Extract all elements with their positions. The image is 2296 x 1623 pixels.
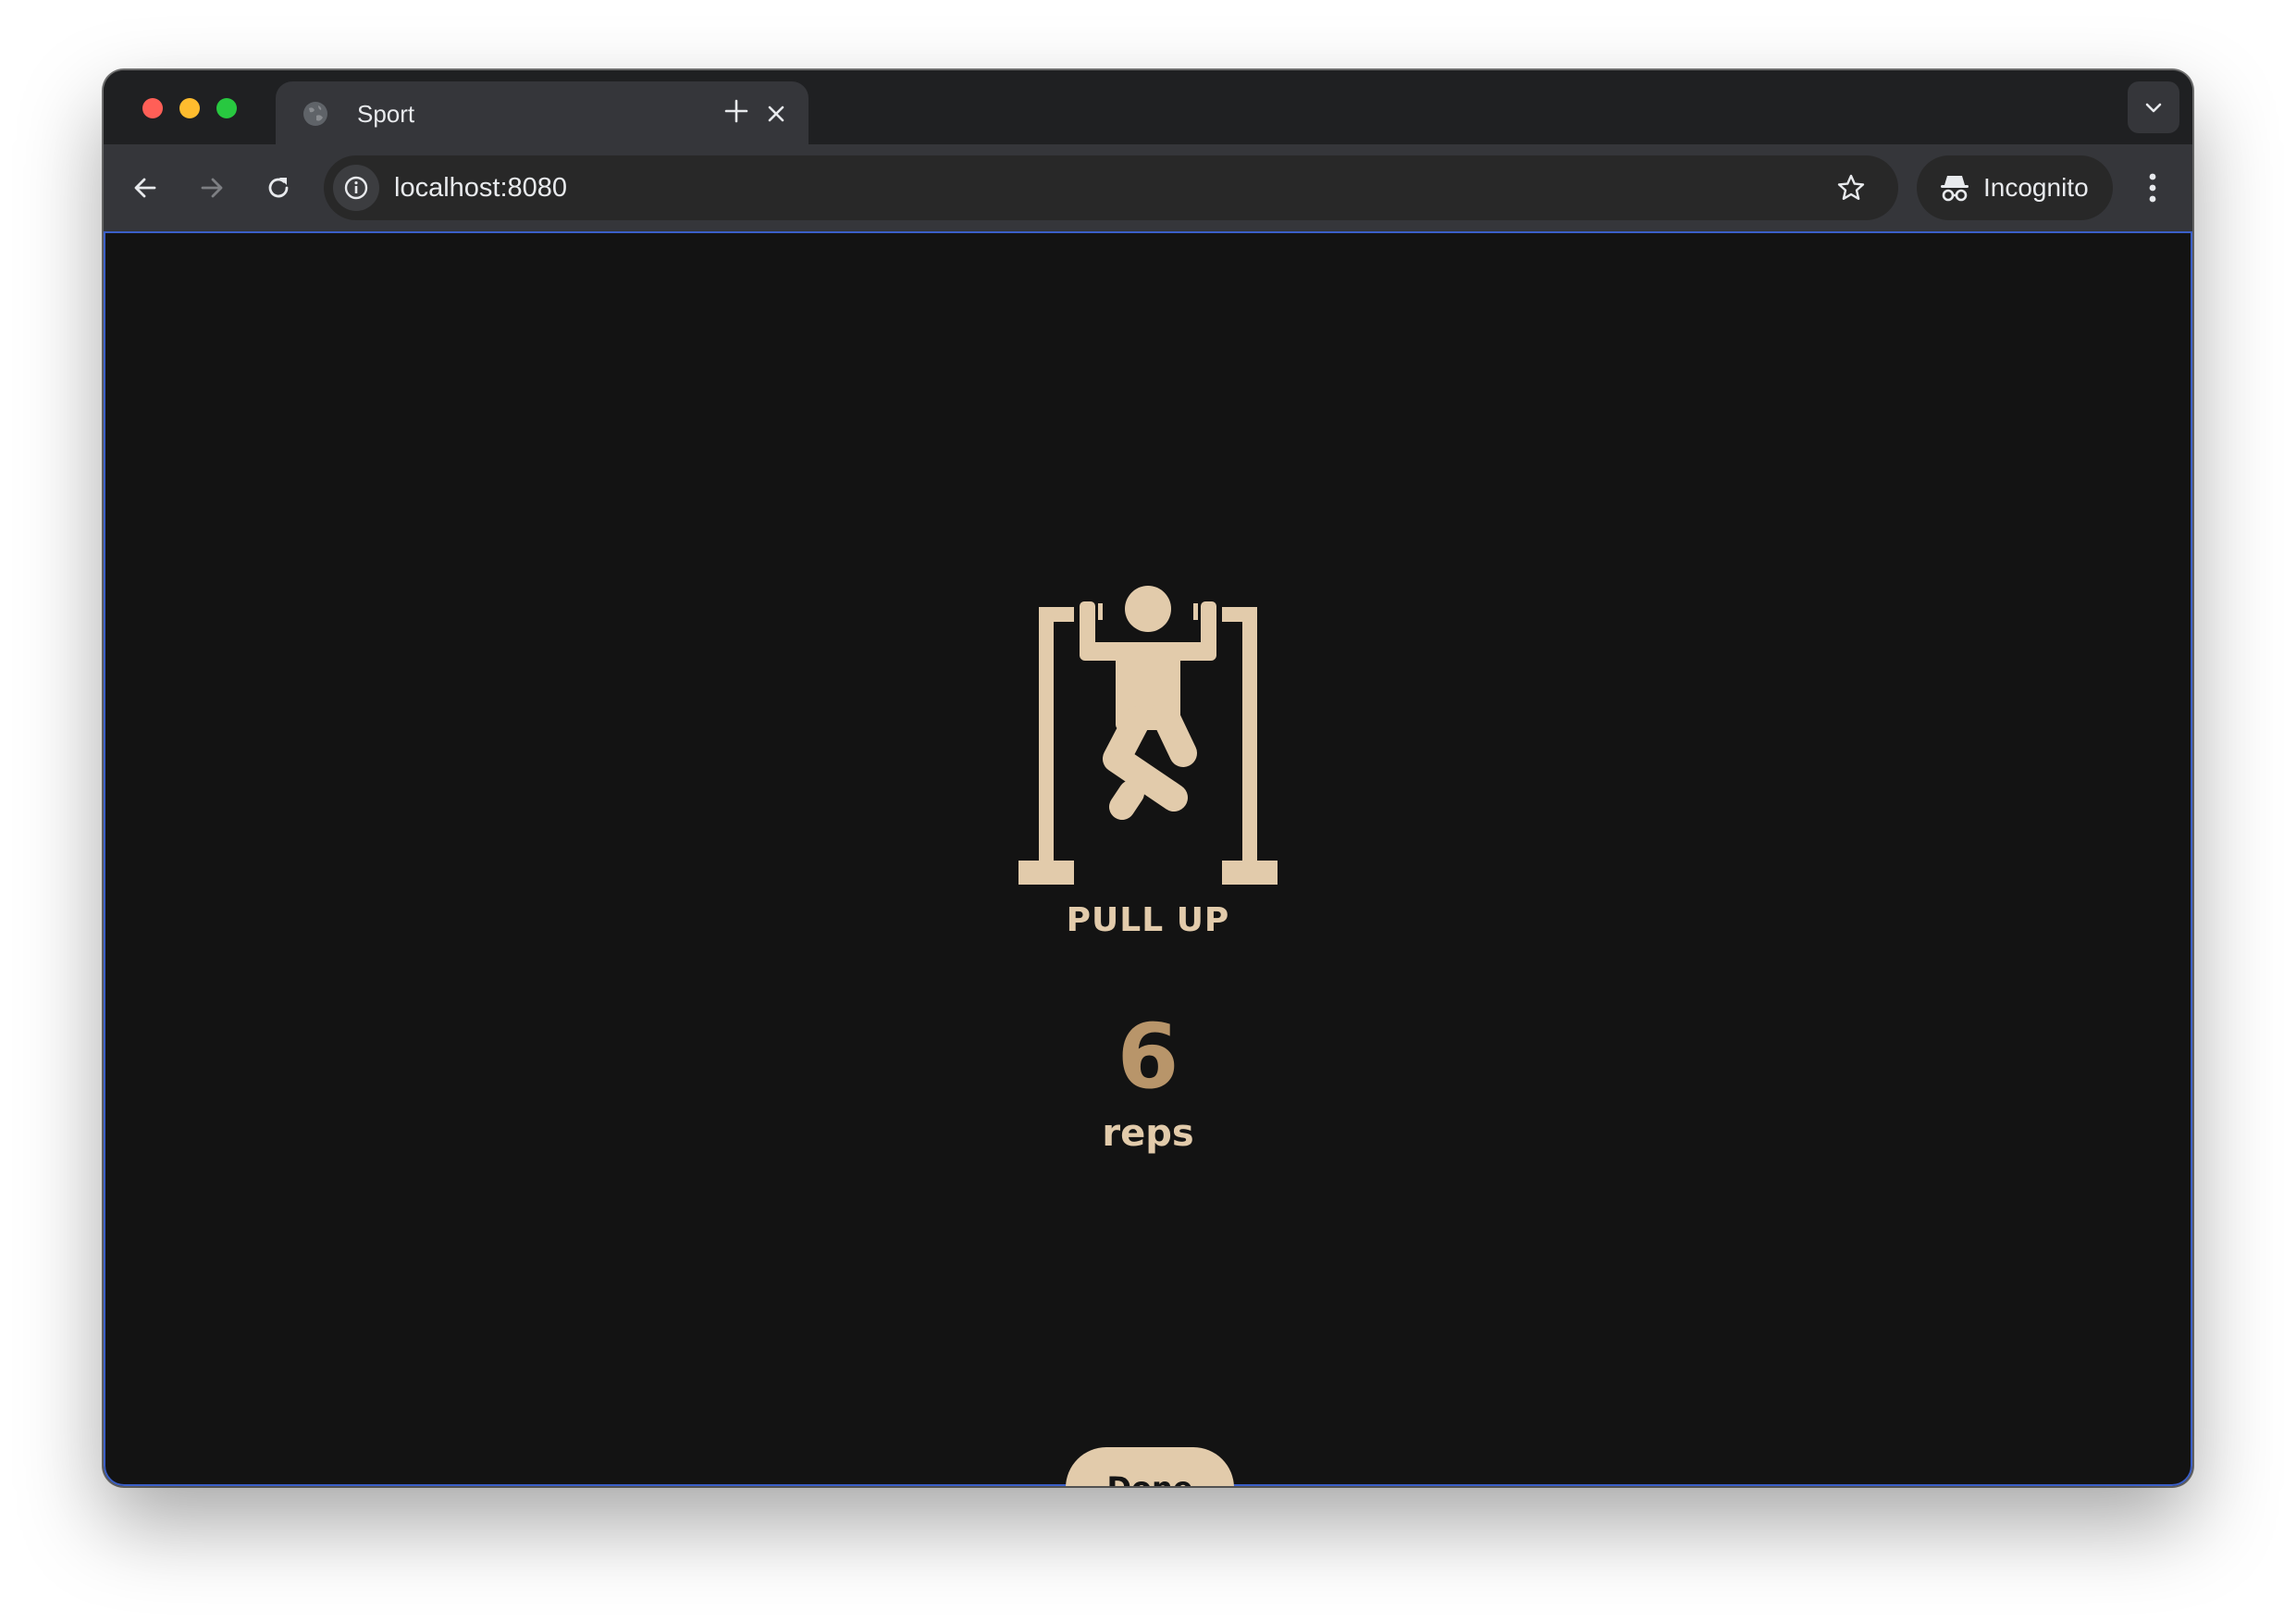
new-tab-icon[interactable] xyxy=(718,93,755,130)
tab-search-chevron-icon[interactable] xyxy=(2128,81,2179,133)
incognito-icon xyxy=(1939,172,1970,204)
site-info-icon[interactable] xyxy=(333,165,379,211)
page-content: PULL UP 6 reps Done xyxy=(104,231,2192,1486)
forward-arrow-icon[interactable] xyxy=(191,167,233,209)
pull-up-icon xyxy=(1018,585,1278,885)
close-window-button[interactable] xyxy=(142,98,163,118)
exercise-name: PULL UP xyxy=(1066,901,1230,939)
address-bar[interactable]: localhost:8080 xyxy=(324,155,1898,220)
maximize-window-button[interactable] xyxy=(216,98,237,118)
tab-title: Sport xyxy=(357,100,415,128)
tab-strip: Sport xyxy=(104,70,2192,144)
minimize-window-button[interactable] xyxy=(179,98,200,118)
more-menu-icon[interactable] xyxy=(2129,165,2176,211)
reload-icon[interactable] xyxy=(257,167,300,209)
close-tab-icon[interactable] xyxy=(760,98,792,130)
incognito-profile-button[interactable]: Incognito xyxy=(1917,155,2113,220)
browser-window: Sport localhost:8080 Incognito PULL UP 6… xyxy=(104,70,2192,1486)
back-arrow-icon[interactable] xyxy=(124,167,167,209)
rep-count: 6 xyxy=(1117,1005,1179,1109)
incognito-label: Incognito xyxy=(1983,173,2089,202)
bookmark-star-icon[interactable] xyxy=(1833,170,1869,205)
globe-icon xyxy=(302,100,329,128)
toolbar: localhost:8080 Incognito xyxy=(104,144,2192,231)
done-button[interactable]: Done xyxy=(1066,1447,1234,1486)
url-text: localhost:8080 xyxy=(394,173,568,203)
rep-unit-label: reps xyxy=(1102,1112,1194,1155)
